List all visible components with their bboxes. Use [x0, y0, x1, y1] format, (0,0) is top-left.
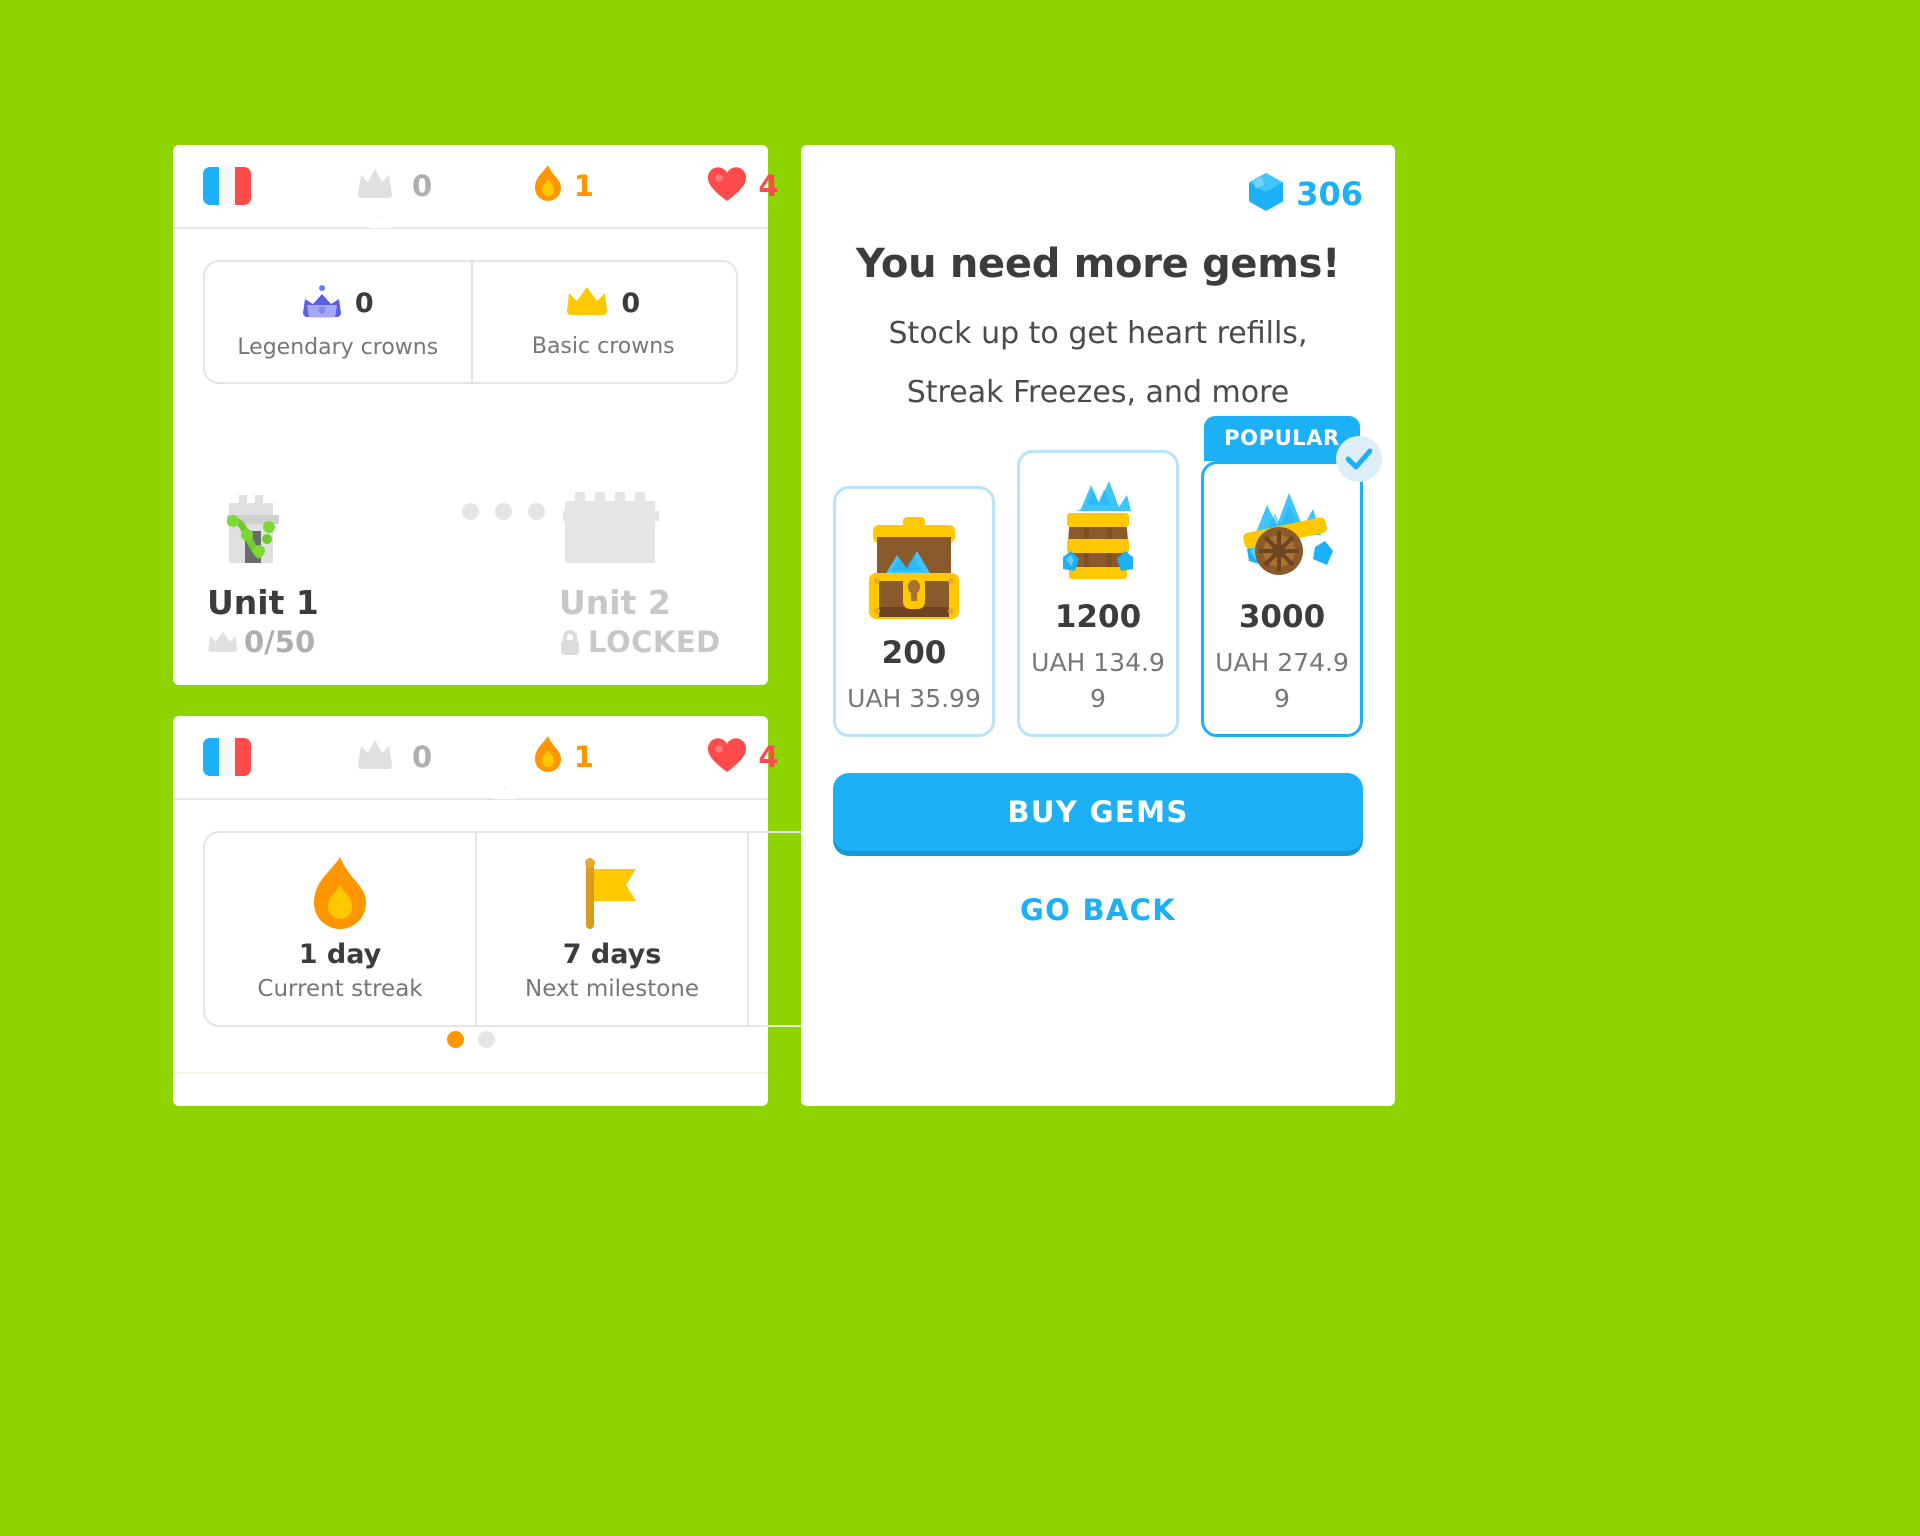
streak-stat[interactable]: 1	[533, 736, 595, 778]
basic-crowns-tile[interactable]: 0 Basic crowns	[470, 262, 737, 382]
hearts-count: 4	[758, 740, 780, 774]
streak-stat[interactable]: 1	[533, 165, 595, 207]
unit-sub: 0/50	[207, 625, 447, 659]
go-back-button[interactable]: GO BACK	[833, 893, 1363, 927]
gem-amount: 1200	[1054, 599, 1142, 635]
streak-tiles: 1 day Current streak 7 days Next milesto…	[203, 831, 1019, 1027]
gem-barrel-icon	[1030, 471, 1166, 591]
topbar-divider	[173, 787, 768, 800]
legendary-crowns-value: 0	[354, 288, 374, 319]
flag-milestone-icon	[572, 857, 652, 933]
gem-amount: 3000	[1238, 599, 1326, 635]
crown-small-icon	[208, 631, 237, 652]
streak-count: 1	[573, 740, 595, 774]
gem-packages: 200 UAH 35.99 1200 UAH 134.99 POPULAR 30…	[801, 416, 1395, 737]
heart-icon	[707, 737, 747, 777]
gem-cart-icon	[1214, 471, 1350, 591]
streak-card: 0 1 4 1 day Current streak 7 days Next m…	[173, 716, 1019, 1106]
gems-subtitle: Stock up to get heart refills, Streak Fr…	[801, 305, 1395, 422]
topbar-divider	[173, 216, 768, 229]
crown-tiles: 0 Legendary crowns 0 Basic crowns	[203, 260, 738, 384]
current-streak-tile[interactable]: 1 day Current streak	[203, 831, 475, 1027]
unit-sub: LOCKED	[559, 625, 768, 659]
crowns-topbar: 0 1 4	[173, 145, 779, 227]
gem-count: 306	[1296, 175, 1363, 213]
crowns-card: 0 1 4 0 Legendary crowns 0 Basic crowns …	[173, 145, 779, 685]
gem-icon	[1249, 173, 1284, 215]
gem-amount: 200	[881, 635, 947, 672]
french-flag-icon[interactable]	[203, 738, 251, 776]
unit-name: Unit 1	[207, 583, 319, 622]
hearts-count: 4	[758, 169, 780, 203]
gems-modal: 306 You need more gems! Stock up to get …	[801, 145, 1395, 1106]
page-title: You need more gems!	[855, 241, 1341, 287]
gem-package-1200[interactable]: 1200 UAH 134.99	[1017, 450, 1179, 737]
flame-icon	[310, 856, 370, 933]
gem-price: UAH 274.99	[1215, 648, 1349, 714]
next-milestone-value: 7 days	[562, 938, 662, 970]
hearts-stat[interactable]: 4	[707, 166, 780, 206]
next-milestone-tile[interactable]: 7 days Next milestone	[475, 831, 747, 1027]
streak-count: 1	[573, 169, 595, 203]
castle-vine-icon	[207, 477, 447, 569]
crown-stat[interactable]: 0	[357, 738, 433, 776]
basic-crowns-value: 0	[621, 288, 641, 319]
subtitle-line-1: Stock up to get heart refills,	[888, 316, 1308, 351]
lock-icon	[561, 630, 579, 655]
crown-stat[interactable]: 0	[357, 167, 433, 205]
heart-icon	[707, 166, 747, 206]
gem-price: UAH 35.99	[847, 684, 981, 714]
pagination-dot-2[interactable]	[477, 1031, 495, 1048]
gem-package-200[interactable]: 200 UAH 35.99	[833, 486, 995, 737]
subtitle-line-2: Streak Freezes, and more	[906, 374, 1290, 410]
buy-gems-button[interactable]: BUY GEMS	[833, 772, 1363, 851]
gem-package-3000[interactable]: POPULAR 3000 UAH 274.99	[1201, 416, 1382, 737]
current-streak-label: Current streak	[257, 975, 423, 1002]
app-screen: 0 1 4 0 Legendary crowns 0 Basic crowns …	[0, 0, 1920, 1536]
carousel-pagination[interactable]	[173, 1031, 768, 1048]
unit-connector-dots	[447, 477, 559, 569]
gem-balance[interactable]: 306	[801, 145, 1395, 215]
check-circle-icon	[1336, 436, 1382, 482]
crown-count: 0	[412, 169, 433, 203]
gem-price: UAH 134.99	[1031, 648, 1165, 714]
crown-gray-icon	[357, 738, 401, 776]
current-streak-value: 1 day	[298, 938, 382, 970]
unit-item-2[interactable]: Unit 2 LOCKED	[559, 477, 768, 659]
legendary-crown-icon	[302, 284, 342, 323]
units-carousel[interactable]: Unit 1 0/50 Unit 2 LOCKED	[173, 477, 768, 677]
streak-flame-icon	[533, 165, 563, 207]
next-milestone-label: Next milestone	[524, 975, 700, 1002]
crown-gray-icon	[357, 167, 401, 205]
unit-name: Unit 2	[559, 583, 671, 622]
card-bottom-divider	[173, 1072, 768, 1074]
castle-locked-icon	[559, 477, 768, 569]
streak-topbar: 0 1 4	[173, 716, 779, 798]
basic-crowns-label: Basic crowns	[531, 333, 675, 359]
streak-flame-icon	[533, 736, 563, 778]
pagination-dot-1[interactable]	[446, 1031, 464, 1048]
crown-count: 0	[412, 740, 433, 774]
hearts-stat[interactable]: 4	[707, 737, 780, 777]
legendary-crowns-label: Legendary crowns	[237, 334, 439, 360]
actions: BUY GEMS GO BACK	[801, 772, 1395, 927]
basic-crown-icon	[566, 286, 608, 322]
french-flag-icon[interactable]	[203, 167, 251, 205]
legendary-crowns-tile[interactable]: 0 Legendary crowns	[205, 262, 471, 382]
unit-item-1[interactable]: Unit 1 0/50	[207, 477, 447, 659]
treasure-chest-icon	[846, 507, 982, 627]
